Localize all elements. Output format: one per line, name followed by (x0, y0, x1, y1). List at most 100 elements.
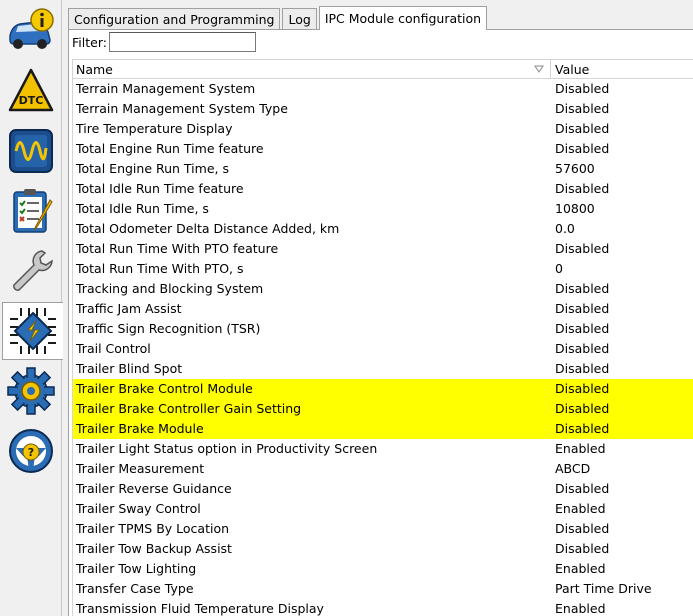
row-value-cell[interactable]: 10800 (551, 199, 693, 219)
row-value-cell[interactable]: Enabled (551, 499, 693, 519)
row-name-cell: Tracking and Blocking System (76, 281, 264, 296)
tab-log[interactable]: Log (282, 8, 317, 30)
row-name-cell: Total Run Time With PTO, s (76, 261, 244, 276)
row-name-cell: Transfer Case Type (76, 581, 194, 596)
vehicle-info-icon (9, 8, 54, 49)
wrench-icon (13, 250, 53, 291)
row-name-cell: Total Engine Run Time, s (76, 161, 229, 176)
table-row[interactable]: Total Odometer Delta Distance Added, km 0… (73, 219, 693, 239)
row-name-cell: Terrain Management System (76, 81, 256, 96)
tab-ipc-module-configuration[interactable]: IPC Module configuration (318, 6, 488, 30)
table-row[interactable]: Transfer Case Type Part Time Drive (73, 579, 693, 599)
row-name-cell: Trailer Tow Backup Assist (76, 541, 232, 556)
row-value-cell[interactable]: Disabled (551, 479, 693, 499)
table-row[interactable]: Trailer Blind Spot Disabled (73, 359, 693, 379)
table-row[interactable]: Terrain Management System Disabled (73, 79, 693, 99)
table-row[interactable]: Total Idle Run Time, s 10800 (73, 199, 693, 219)
row-value-cell[interactable]: Disabled (551, 99, 693, 119)
row-value-cell[interactable]: Enabled (551, 439, 693, 459)
row-value-cell[interactable]: Disabled (551, 399, 693, 419)
table-row[interactable]: Trailer Measurement ABCD (73, 459, 693, 479)
sort-arrow-icon (534, 65, 544, 73)
oscilloscope-icon (9, 129, 53, 173)
sidebar-item-vehicle-info[interactable] (2, 2, 60, 60)
sidebar-item-oscilloscope[interactable] (2, 122, 60, 180)
sidebar: DTC ? (0, 0, 63, 616)
row-name-cell: Trailer Brake Controller Gain Setting (73, 399, 551, 419)
sidebar-item-settings[interactable] (2, 362, 60, 420)
sidebar-item-module[interactable] (2, 302, 63, 360)
column-header-name-label: Name (76, 62, 113, 77)
row-name-cell: Trailer Brake Control Module (73, 379, 551, 399)
row-name-cell: Trailer Reverse Guidance (76, 481, 232, 496)
row-name-cell: Total Idle Run Time feature (76, 181, 244, 196)
sidebar-item-wrench[interactable] (2, 242, 60, 300)
row-value-cell[interactable]: Enabled (551, 599, 693, 616)
row-name-cell: Tire Temperature Display (76, 121, 233, 136)
table-row[interactable]: Total Engine Run Time, s 57600 (73, 159, 693, 179)
filter-label: Filter: (72, 34, 107, 50)
row-name-cell: Total Engine Run Time feature (76, 141, 264, 156)
row-value-cell[interactable]: Enabled (551, 559, 693, 579)
table-row[interactable]: Trailer Sway Control Enabled (73, 499, 693, 519)
table-row[interactable]: Trailer Brake Module Disabled (73, 419, 693, 439)
table-row[interactable]: Total Idle Run Time feature Disabled (73, 179, 693, 199)
row-value-cell[interactable]: 0 (551, 259, 693, 279)
table-row[interactable]: Transmission Fluid Temperature Display En… (73, 599, 693, 616)
column-header-name[interactable]: Name (73, 60, 551, 79)
table-header: Name Value (73, 60, 693, 79)
table-row[interactable]: Traffic Sign Recognition (TSR) Disabled (73, 319, 693, 339)
row-value-cell[interactable]: Disabled (551, 239, 693, 259)
row-name-cell: Traffic Sign Recognition (TSR) (76, 321, 261, 336)
steering-help-icon: ? (9, 429, 53, 473)
row-value-cell[interactable]: Disabled (551, 299, 693, 319)
row-name-cell: Transmission Fluid Temperature Display (76, 601, 324, 616)
table-row[interactable]: Trailer Brake Control Module Disabled (73, 379, 693, 399)
table-row[interactable]: Trailer Tow Lighting Enabled (73, 559, 693, 579)
row-value-cell[interactable]: Disabled (551, 539, 693, 559)
row-value-cell[interactable]: Disabled (551, 379, 693, 399)
table-row[interactable]: Trailer Reverse Guidance Disabled (73, 479, 693, 499)
row-value-cell[interactable]: Disabled (551, 179, 693, 199)
table-row[interactable]: Trailer Tow Backup Assist Disabled (73, 539, 693, 559)
tab-configuration-and-programming[interactable]: Configuration and Programming (68, 8, 281, 30)
row-value-cell[interactable]: Disabled (551, 79, 693, 99)
row-value-cell[interactable]: Disabled (551, 419, 693, 439)
tab-bar: Configuration and Programming Log IPC Mo… (68, 6, 489, 30)
table-row[interactable]: Total Run Time With PTO feature Disabled (73, 239, 693, 259)
row-name-cell: Total Run Time With PTO feature (76, 241, 279, 256)
sidebar-item-dtc[interactable]: DTC (2, 62, 60, 120)
row-value-cell[interactable]: Disabled (551, 139, 693, 159)
row-value-cell[interactable]: Disabled (551, 359, 693, 379)
tab-content: Filter: Name Value Terrain Management Sy… (68, 29, 693, 616)
row-value-cell[interactable]: ABCD (551, 459, 693, 479)
row-value-cell[interactable]: Disabled (551, 319, 693, 339)
row-name-cell: Total Idle Run Time, s (76, 201, 209, 216)
table-row[interactable]: Total Engine Run Time feature Disabled (73, 139, 693, 159)
table-row[interactable]: Tire Temperature Display Disabled (73, 119, 693, 139)
row-value-cell[interactable]: Disabled (551, 339, 693, 359)
row-value-cell[interactable]: Disabled (551, 279, 693, 299)
row-name-cell: Trailer Measurement (76, 461, 205, 476)
row-value-cell[interactable]: Part Time Drive (551, 579, 693, 599)
filter-row: Filter: (72, 32, 256, 52)
table-row[interactable]: Traffic Jam Assist Disabled (73, 299, 693, 319)
table-row[interactable]: Tracking and Blocking System Disabled (73, 279, 693, 299)
column-header-value[interactable]: Value (551, 60, 693, 79)
table-row[interactable]: Trailer TPMS By Location Disabled (73, 519, 693, 539)
table-row[interactable]: Trailer Light Status option in Productiv… (73, 439, 693, 459)
row-value-cell[interactable]: Disabled (551, 119, 693, 139)
settings-gear-icon (7, 367, 55, 415)
table-row[interactable]: Terrain Management System Type Disabled (73, 99, 693, 119)
row-value-cell[interactable]: 57600 (551, 159, 693, 179)
row-value-cell[interactable]: 0.0 (551, 219, 693, 239)
sidebar-item-help[interactable]: ? (2, 422, 60, 480)
config-table: Name Value Terrain Management System Disa… (72, 59, 693, 616)
table-row[interactable]: Total Run Time With PTO, s 0 (73, 259, 693, 279)
row-value-cell[interactable]: Disabled (551, 519, 693, 539)
svg-text:DTC: DTC (19, 94, 44, 107)
filter-input[interactable] (108, 32, 256, 52)
sidebar-item-checklist[interactable] (2, 182, 60, 240)
table-row[interactable]: Trail Control Disabled (73, 339, 693, 359)
table-row[interactable]: Trailer Brake Controller Gain Setting Dis… (73, 399, 693, 419)
